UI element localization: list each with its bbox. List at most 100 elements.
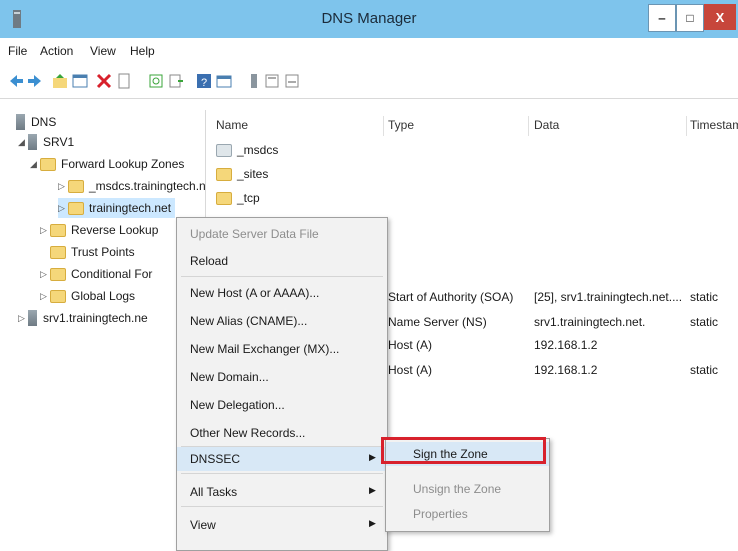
collapsed-arrow-icon[interactable]: ▷ bbox=[18, 313, 28, 324]
folder-icon bbox=[216, 143, 232, 157]
column-header-type[interactable]: Type bbox=[388, 118, 414, 132]
menu-item-label: Other New Records... bbox=[190, 426, 306, 440]
list-item-name: _msdcs bbox=[237, 143, 279, 157]
menu-item-label: Update Server Data File bbox=[190, 227, 319, 241]
menu-item-properties[interactable]: Properties bbox=[386, 502, 549, 526]
list-item[interactable]: _sites bbox=[216, 164, 268, 184]
menu-item-label: Properties bbox=[413, 507, 468, 521]
menu-item-new-mail-exchanger[interactable]: New Mail Exchanger (MX)... bbox=[177, 337, 387, 361]
tree-item-global-logs[interactable]: ▷ Global Logs bbox=[40, 286, 135, 306]
menu-item-label: View bbox=[190, 518, 216, 532]
up-folder-icon[interactable] bbox=[52, 73, 68, 89]
menu-action[interactable]: Action bbox=[40, 44, 73, 58]
column-header-data[interactable]: Data bbox=[534, 118, 559, 132]
filter-icon[interactable] bbox=[284, 73, 300, 89]
menu-item-view[interactable]: View ▶ bbox=[177, 513, 387, 537]
maximize-button[interactable]: □ bbox=[676, 4, 704, 32]
zone-icon bbox=[68, 179, 84, 193]
menu-item-label: New Delegation... bbox=[190, 398, 285, 412]
properties-icon[interactable] bbox=[116, 73, 132, 89]
menu-item-label: New Mail Exchanger (MX)... bbox=[190, 342, 340, 356]
export-list-icon[interactable] bbox=[168, 73, 184, 89]
console-icon[interactable] bbox=[216, 73, 232, 89]
tree-item-srv1-fqdn[interactable]: ▷ srv1.trainingtech.ne bbox=[18, 308, 148, 328]
list-item[interactable]: _msdcs bbox=[216, 140, 278, 160]
collapsed-arrow-icon[interactable]: ▷ bbox=[40, 269, 50, 280]
close-button[interactable]: X bbox=[704, 4, 736, 30]
menu-item-unsign-the-zone[interactable]: Unsign the Zone bbox=[386, 477, 549, 501]
back-icon[interactable] bbox=[8, 73, 24, 89]
minimize-button[interactable]: ‒ bbox=[648, 4, 676, 32]
tree-item-msdcs-zone[interactable]: ▷ _msdcs.trainingtech.n bbox=[58, 176, 206, 196]
menu-item-new-domain[interactable]: New Domain... bbox=[177, 365, 387, 389]
column-header-name[interactable]: Name bbox=[216, 118, 248, 132]
submenu-arrow-icon: ▶ bbox=[369, 452, 376, 462]
menu-item-reload[interactable]: Reload bbox=[177, 249, 387, 273]
view-records-icon[interactable] bbox=[264, 73, 280, 89]
tree-item-label: trainingtech.net bbox=[89, 201, 172, 215]
menu-item-new-alias[interactable]: New Alias (CNAME)... bbox=[177, 309, 387, 333]
menu-item-label: All Tasks bbox=[190, 485, 238, 499]
delete-icon[interactable] bbox=[96, 73, 112, 89]
tree-item-label: Conditional For bbox=[71, 267, 153, 281]
menu-view[interactable]: View bbox=[90, 44, 116, 58]
server-icon bbox=[28, 134, 37, 150]
menu-item-all-tasks[interactable]: All Tasks ▶ bbox=[177, 480, 387, 504]
server-icon[interactable] bbox=[246, 73, 262, 89]
show-hide-tree-icon[interactable] bbox=[72, 73, 88, 89]
tree-item-label: DNS bbox=[31, 115, 57, 129]
tree-item-trainingtech-zone[interactable]: ▷ trainingtech.net bbox=[58, 198, 176, 218]
column-divider[interactable] bbox=[528, 116, 529, 136]
record-type: Host (A) bbox=[388, 338, 433, 352]
menu-item-other-new-records[interactable]: Other New Records... bbox=[177, 421, 387, 445]
expanded-arrow-icon[interactable]: ◢ bbox=[18, 137, 28, 148]
list-item-name: _sites bbox=[237, 167, 269, 181]
forward-icon[interactable] bbox=[27, 73, 43, 89]
list-item[interactable]: _tcp bbox=[216, 188, 260, 208]
menu-item-new-host[interactable]: New Host (A or AAAA)... bbox=[177, 281, 387, 305]
expanded-arrow-icon[interactable]: ◢ bbox=[30, 159, 40, 170]
tree-item-srv1[interactable]: ◢ SRV1 bbox=[18, 132, 74, 152]
submenu-arrow-icon: ▶ bbox=[369, 518, 376, 528]
zone-icon bbox=[68, 201, 84, 215]
menu-file[interactable]: File bbox=[8, 44, 27, 58]
help-icon[interactable]: ? bbox=[196, 73, 212, 89]
menu-separator bbox=[181, 506, 383, 507]
highlight-annotation-box bbox=[381, 437, 546, 464]
collapsed-arrow-icon[interactable]: ▷ bbox=[58, 203, 68, 214]
record-type: Start of Authority (SOA) bbox=[388, 290, 514, 304]
tree-item-label: Trust Points bbox=[71, 245, 135, 259]
tree-item-label: Forward Lookup Zones bbox=[61, 157, 185, 171]
menu-item-label: New Domain... bbox=[190, 370, 269, 384]
collapsed-arrow-icon[interactable]: ▷ bbox=[58, 181, 68, 192]
column-divider[interactable] bbox=[383, 116, 384, 136]
menu-item-dnssec[interactable]: DNSSEC ▶ bbox=[177, 447, 387, 471]
menu-separator bbox=[181, 276, 383, 277]
refresh-icon[interactable] bbox=[148, 73, 164, 89]
tree-item-dns[interactable]: DNS bbox=[16, 112, 56, 132]
collapsed-arrow-icon[interactable]: ▷ bbox=[40, 291, 50, 302]
folder-icon bbox=[40, 157, 56, 171]
record-data: 192.168.1.2 bbox=[534, 338, 598, 352]
menu-item-label: DNSSEC bbox=[190, 452, 241, 466]
tree-item-conditional-forwarders[interactable]: ▷ Conditional For bbox=[40, 264, 152, 284]
log-folder-icon bbox=[50, 289, 66, 303]
record-timestamp: static bbox=[690, 363, 719, 377]
folder-icon bbox=[50, 267, 66, 281]
tree-item-trust-points[interactable]: Trust Points bbox=[50, 242, 135, 262]
title-bar: DNS Manager bbox=[0, 0, 738, 38]
menu-help[interactable]: Help bbox=[130, 44, 155, 58]
tree-item-reverse-lookup[interactable]: ▷ Reverse Lookup bbox=[40, 220, 158, 240]
dns-icon bbox=[16, 114, 25, 130]
tree-item-forward-lookup-zones[interactable]: ◢ Forward Lookup Zones bbox=[30, 154, 184, 174]
collapsed-arrow-icon[interactable]: ▷ bbox=[40, 225, 50, 236]
menu-item-new-delegation[interactable]: New Delegation... bbox=[177, 393, 387, 417]
tree-item-label: Reverse Lookup bbox=[71, 223, 159, 237]
folder-icon bbox=[216, 191, 232, 205]
column-divider[interactable] bbox=[686, 116, 687, 136]
column-header-timestamp[interactable]: Timestam bbox=[690, 118, 738, 132]
menu-item-label: New Host (A or AAAA)... bbox=[190, 286, 320, 300]
folder-icon bbox=[50, 223, 66, 237]
record-data: 192.168.1.2 bbox=[534, 363, 598, 377]
menu-item-update-server-data-file[interactable]: Update Server Data File bbox=[177, 222, 387, 246]
